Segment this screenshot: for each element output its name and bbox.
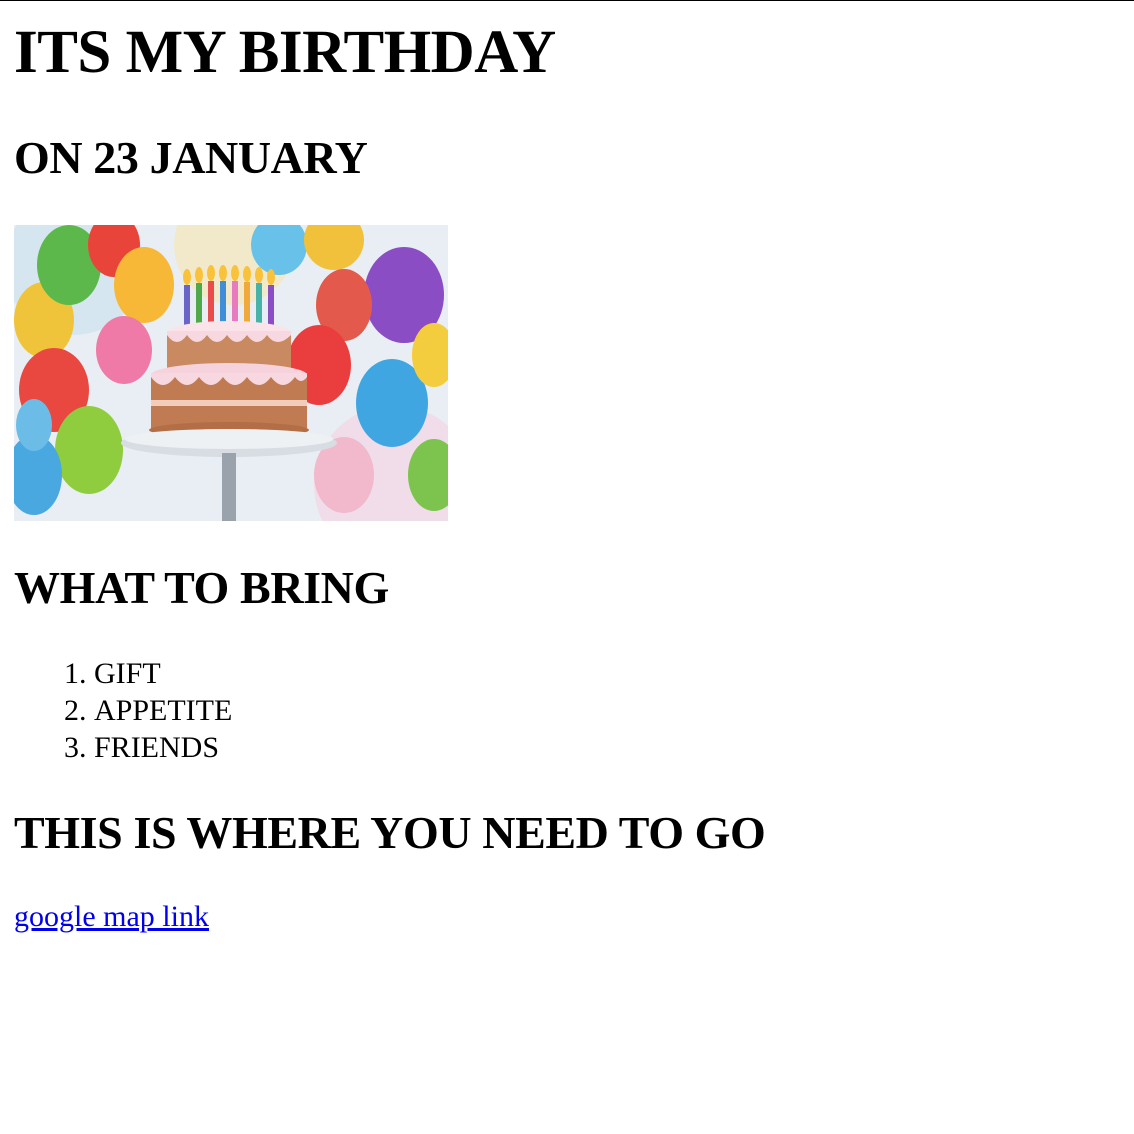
- list-item: FRIENDS: [94, 729, 1120, 766]
- list-item: GIFT: [94, 655, 1120, 692]
- bring-list: GIFT APPETITE FRIENDS: [14, 655, 1120, 766]
- page-title: ITS MY BIRTHDAY: [14, 19, 556, 86]
- where-to-go-heading: THIS IS WHERE YOU NEED TO GO: [14, 807, 766, 859]
- what-to-bring-heading: WHAT TO BRING: [14, 562, 389, 614]
- list-item: APPETITE: [94, 692, 1120, 729]
- birthday-cake-image: [14, 225, 448, 522]
- google-map-link[interactable]: google map link: [14, 900, 209, 934]
- page: ITS MY BIRTHDAY ON 23 JANUARY WHAT TO BR…: [0, 19, 1134, 934]
- date-subtitle: ON 23 JANUARY: [14, 132, 368, 184]
